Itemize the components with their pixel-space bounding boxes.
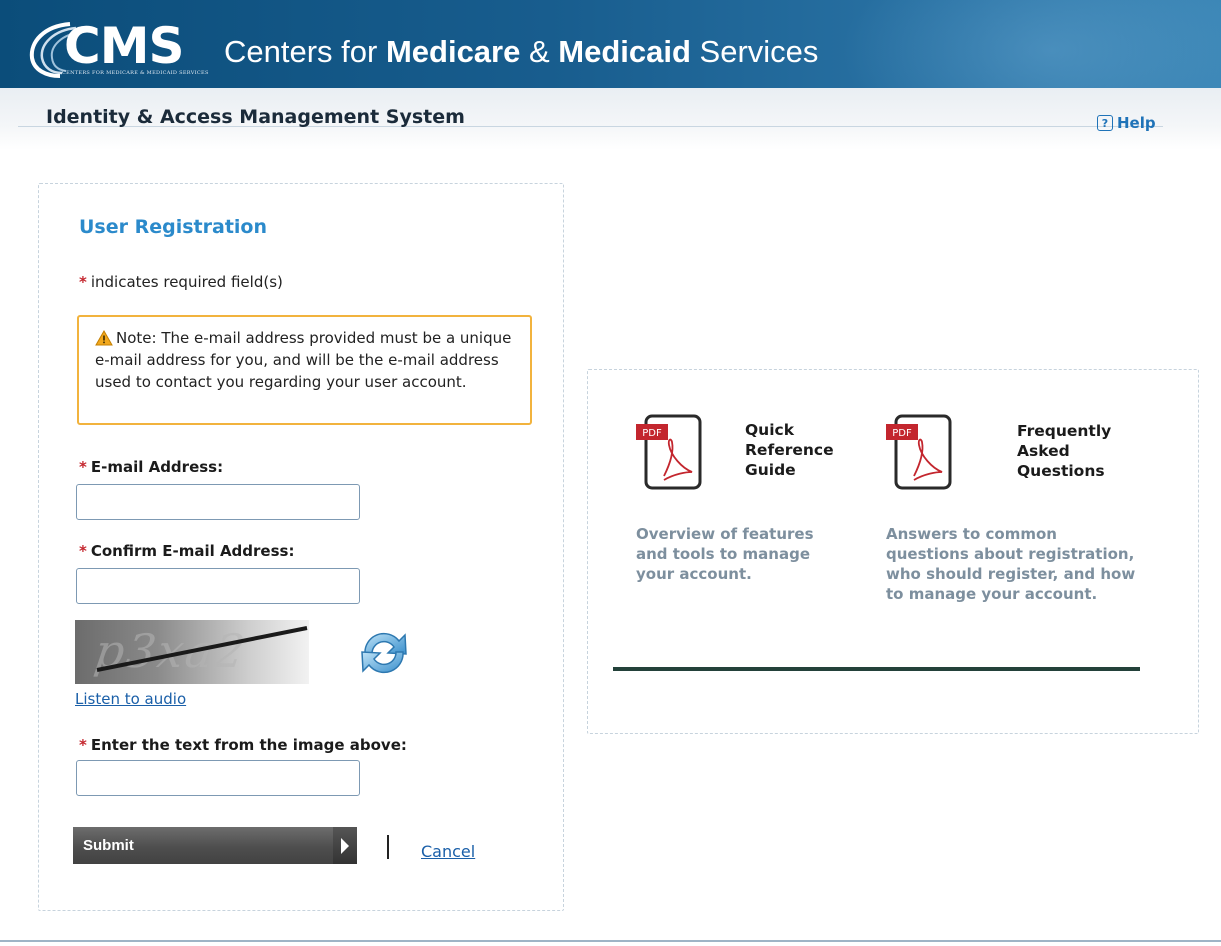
captcha-image: p3xa2	[75, 620, 309, 684]
system-header: Identity & Access Management System ? He…	[0, 88, 1221, 150]
confirm-email-label-text: Confirm E-mail Address:	[90, 542, 295, 560]
agency-medicare: Medicare	[385, 34, 521, 69]
email-note-text: Note: The e-mail address provided must b…	[95, 329, 512, 391]
logo-text: CMS	[64, 17, 184, 75]
captcha-label-text: Enter the text from the image above:	[90, 736, 407, 754]
registration-title: User Registration	[79, 216, 267, 238]
confirm-email-input[interactable]	[76, 568, 360, 604]
resources-panel: PDF Quick Reference Guide Overview of fe…	[587, 369, 1199, 734]
confirm-email-label: * Confirm E-mail Address:	[79, 542, 294, 560]
agency-prefix: Centers for	[224, 34, 386, 69]
submit-button[interactable]: Submit	[73, 827, 357, 864]
listen-audio-link[interactable]: Listen to audio	[75, 690, 186, 708]
res-title-line: Asked	[1017, 442, 1070, 460]
required-note-text: indicates required field(s)	[90, 273, 283, 291]
captcha-input[interactable]	[76, 760, 360, 796]
logo-subtext: CENTERS FOR MEDICARE & MEDICAID SERVICES	[62, 70, 209, 76]
cms-logo[interactable]: CMS CENTERS FOR MEDICARE & MEDICAID SERV…	[26, 14, 209, 78]
warning-icon	[95, 330, 113, 346]
res-title-line: Guide	[745, 461, 796, 479]
pdf-badge: PDF	[642, 428, 662, 439]
resources-divider	[613, 667, 1140, 671]
faq-link[interactable]: Frequently Asked Questions	[1017, 421, 1111, 481]
pdf-icon[interactable]: PDF	[634, 412, 704, 492]
agency-amp: &	[520, 34, 559, 69]
quick-reference-guide-link[interactable]: Quick Reference Guide	[745, 420, 834, 480]
res-title-line: Reference	[745, 441, 834, 459]
quick-reference-description: Overview of features and tools to manage…	[636, 525, 814, 583]
captcha-strike-line	[96, 626, 308, 672]
registration-panel: User Registration * indicates required fi…	[38, 183, 564, 911]
agency-suffix: Services	[690, 34, 819, 69]
submit-arrow-icon	[333, 827, 357, 864]
res-title-line: Frequently	[1017, 422, 1112, 440]
pdf-badge: PDF	[892, 428, 912, 439]
res-title-line: Questions	[1017, 462, 1105, 480]
email-label: * E-mail Address:	[79, 458, 223, 476]
required-asterisk: *	[79, 458, 87, 476]
refresh-captcha-icon[interactable]	[355, 624, 413, 682]
page-bottom-rule	[0, 940, 1221, 942]
required-asterisk: *	[79, 736, 87, 754]
submit-label: Submit	[83, 837, 134, 854]
email-label-text: E-mail Address:	[90, 458, 224, 476]
help-label: Help	[1117, 114, 1156, 132]
required-fields-note: * indicates required field(s)	[79, 273, 283, 291]
help-link[interactable]: ? Help	[1097, 114, 1156, 132]
faq-description: Answers to common questions about regist…	[886, 525, 1136, 603]
email-input[interactable]	[76, 484, 360, 520]
required-asterisk: *	[79, 542, 87, 560]
required-asterisk: *	[79, 273, 87, 291]
agency-medicaid: Medicaid	[558, 34, 691, 69]
pdf-icon[interactable]: PDF	[884, 412, 954, 492]
cancel-link[interactable]: Cancel	[421, 842, 475, 861]
button-divider	[387, 835, 389, 859]
res-title-line: Quick	[745, 421, 795, 439]
banner-glow	[841, 0, 1221, 88]
cms-banner: CMS CENTERS FOR MEDICARE & MEDICAID SERV…	[0, 0, 1221, 88]
captcha-label: * Enter the text from the image above:	[79, 736, 407, 754]
help-icon: ?	[1097, 115, 1113, 131]
page-title: Identity & Access Management System	[46, 106, 465, 128]
agency-name: Centers for Medicare & Medicaid Services	[224, 32, 818, 72]
email-note-box: Note: The e-mail address provided must b…	[77, 315, 532, 425]
